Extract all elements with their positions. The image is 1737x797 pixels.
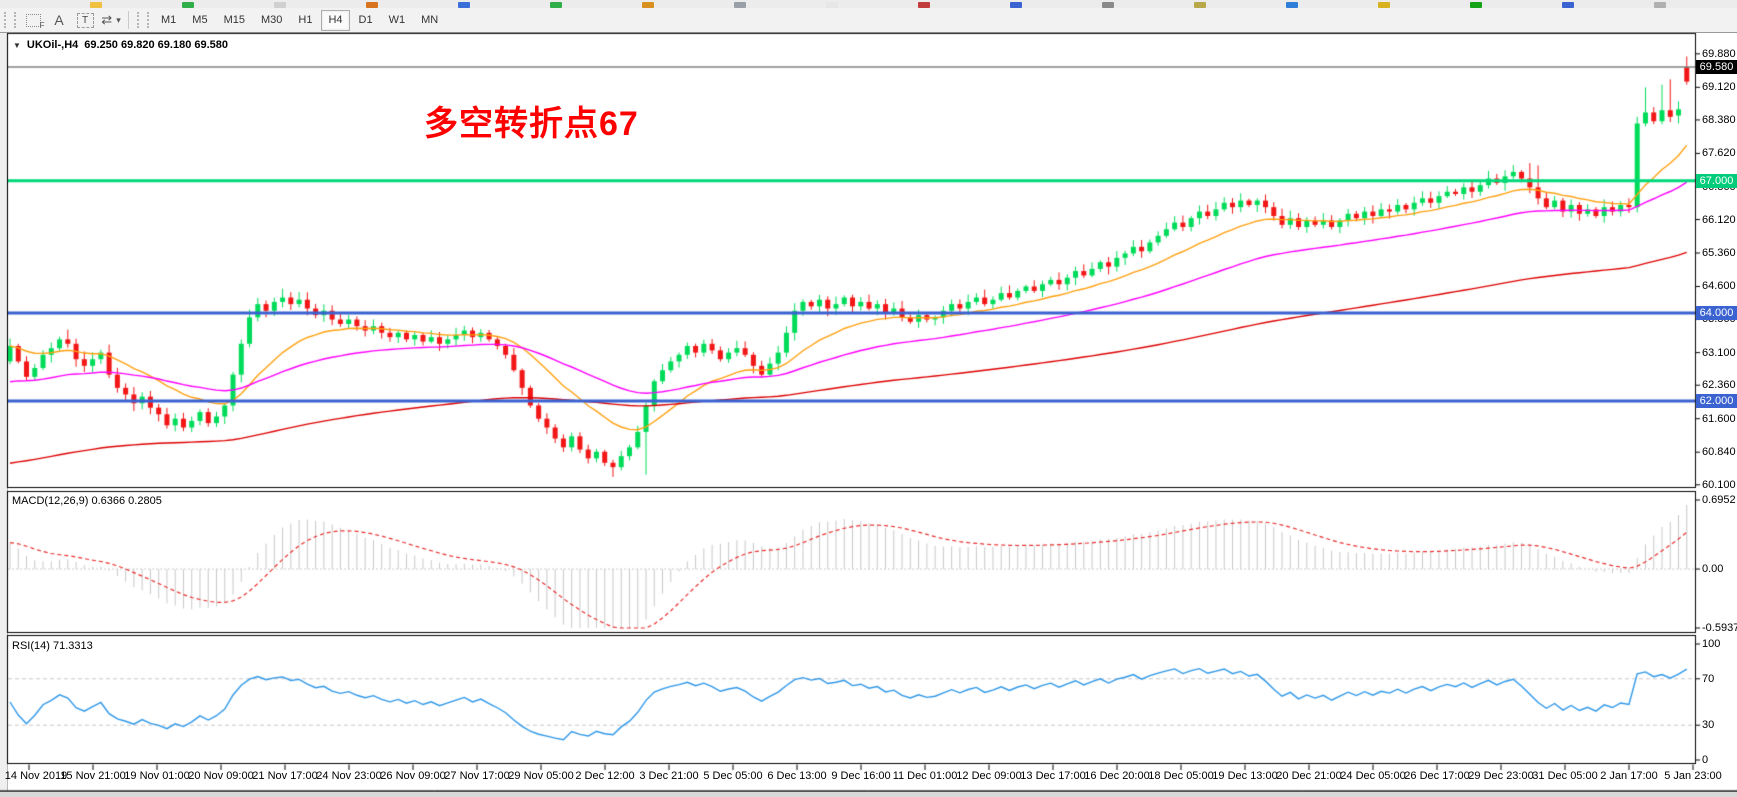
date-tick-label: 5 Dec 05:00 [703, 770, 762, 782]
ohlc-values: 69.250 69.820 69.180 69.580 [84, 39, 228, 51]
price-tick-label: 69.880 [1702, 48, 1736, 60]
macd-tick-label: -0.5937 [1702, 622, 1737, 634]
date-tick-label: 24 Nov 23:00 [316, 770, 381, 782]
symbol-period-label: UKOil-,H4 [27, 39, 78, 51]
price-tick-label: 68.380 [1702, 114, 1736, 126]
price-tick-label: 66.120 [1702, 214, 1736, 226]
date-tick-label: 12 Dec 09:00 [956, 770, 1021, 782]
chart-annotation-text: 多空转折点67 [424, 96, 639, 145]
price-tick-label: 65.360 [1702, 247, 1736, 259]
price-tick-label: 60.100 [1702, 479, 1736, 491]
date-tick-label: 2 Dec 12:00 [575, 770, 634, 782]
date-tick-label: 19 Nov 01:00 [124, 770, 189, 782]
price-tick-label: 61.600 [1702, 413, 1736, 425]
macd-tick-label: 0.6952 [1702, 494, 1736, 506]
trading-terminal-window: { "toolbar": { "icons": { "shift_grid_le… [0, 0, 1737, 797]
date-tick-label: 29 Dec 23:00 [1468, 770, 1533, 782]
date-tick-label: 20 Dec 21:00 [1276, 770, 1341, 782]
date-tick-label: 24 Dec 05:00 [1340, 770, 1405, 782]
rsi-indicator-label: RSI(14) 71.3313 [12, 640, 93, 652]
window-bottom-edge [0, 791, 1737, 797]
date-tick-label: 18 Dec 05:00 [1148, 770, 1213, 782]
price-tick-label: 69.120 [1702, 81, 1736, 93]
symbol-dropdown-icon[interactable]: ▼ [13, 41, 21, 50]
price-tick-label: 60.840 [1702, 446, 1736, 458]
date-tick-label: 29 Nov 05:00 [508, 770, 573, 782]
macd-indicator-label: MACD(12,26,9) 0.6366 0.2805 [12, 495, 162, 507]
date-tick-label: 31 Dec 05:00 [1532, 770, 1597, 782]
rsi-tick-label: 100 [1702, 638, 1720, 650]
date-tick-label: 19 Dec 13:00 [1212, 770, 1277, 782]
date-tick-label: 26 Nov 09:00 [380, 770, 445, 782]
price-badge-64.000: 64.000 [1696, 306, 1737, 320]
date-tick-label: 11 Dec 01:00 [893, 770, 958, 782]
price-tick-label: 64.600 [1702, 280, 1736, 292]
date-tick-label: 14 Nov 2019 [5, 770, 67, 782]
date-tick-label: 6 Dec 13:00 [767, 770, 826, 782]
rsi-tick-label: 70 [1702, 673, 1714, 685]
price-tick-label: 62.360 [1702, 379, 1736, 391]
date-tick-label: 2 Jan 17:00 [1600, 770, 1658, 782]
chart-canvas[interactable] [0, 0, 1737, 797]
date-tick-label: 21 Nov 17:00 [252, 770, 317, 782]
chart-title: ▼ UKOil-,H4 69.250 69.820 69.180 69.580 [13, 39, 228, 51]
date-tick-label: 26 Dec 17:00 [1404, 770, 1469, 782]
rsi-tick-label: 30 [1702, 719, 1714, 731]
price-tick-label: 67.620 [1702, 147, 1736, 159]
date-tick-label: 16 Dec 20:00 [1084, 770, 1149, 782]
date-tick-label: 5 Jan 23:00 [1664, 770, 1722, 782]
date-tick-label: 15 Nov 21:00 [60, 770, 125, 782]
rsi-tick-label: 0 [1702, 754, 1708, 766]
date-tick-label: 20 Nov 09:00 [188, 770, 253, 782]
price-badge-67.000: 67.000 [1696, 174, 1737, 188]
date-tick-label: 27 Nov 17:00 [444, 770, 509, 782]
date-tick-label: 13 Dec 17:00 [1020, 770, 1085, 782]
macd-tick-label: 0.00 [1702, 563, 1723, 575]
date-tick-label: 3 Dec 21:00 [639, 770, 698, 782]
price-badge-62.000: 62.000 [1696, 394, 1737, 408]
price-tick-label: 63.100 [1702, 347, 1736, 359]
date-tick-label: 9 Dec 16:00 [831, 770, 890, 782]
price-badge-69.580: 69.580 [1696, 60, 1737, 74]
